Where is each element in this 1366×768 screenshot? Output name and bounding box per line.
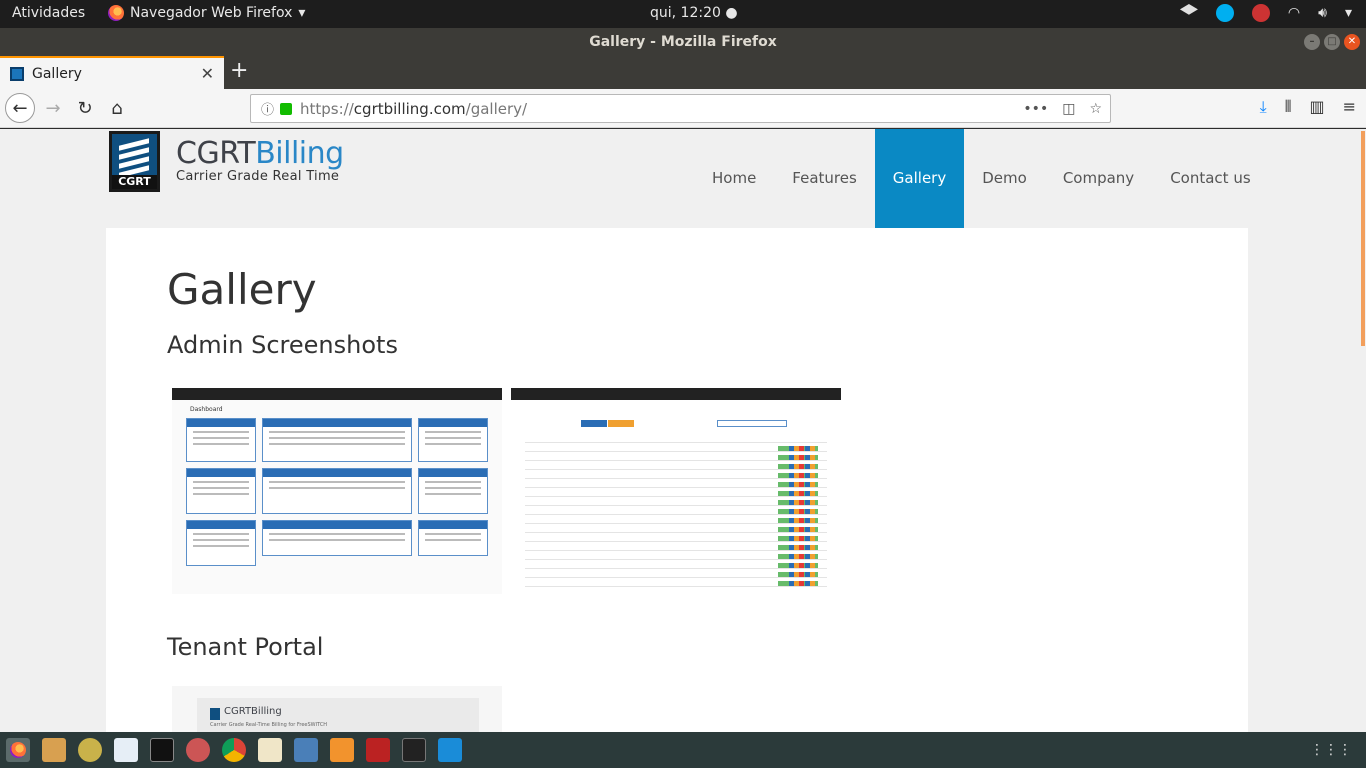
site-menu: Home Features Gallery Demo Company Conta…: [694, 129, 1269, 228]
web-page: CGRT CGRTBilling Carrier Grade Real Time…: [0, 129, 1366, 732]
menu-demo[interactable]: Demo: [964, 129, 1045, 228]
info-icon[interactable]: ⓘ: [261, 99, 274, 118]
favicon-icon: [10, 66, 24, 81]
scrollbar-thumb[interactable]: [1361, 131, 1365, 346]
tenant-screenshot[interactable]: CGRTBilling Carrier Grade Real-Time Bill…: [172, 686, 502, 732]
logo-name-a: CGRT: [176, 136, 256, 171]
menu-home[interactable]: Home: [694, 129, 774, 228]
bookmark-star-icon[interactable]: ☆: [1089, 101, 1102, 117]
section-heading-admin: Admin Screenshots: [167, 331, 398, 359]
logo-mark-icon: CGRT: [109, 131, 160, 192]
lock-icon[interactable]: [280, 102, 293, 115]
firefox-task-icon[interactable]: [6, 738, 30, 762]
url-scheme: https://: [300, 99, 354, 118]
document-task-icon[interactable]: [114, 738, 138, 762]
system-top-bar: Atividades Navegador Web Firefox ▾ qui, …: [0, 0, 1366, 28]
notes-task-icon[interactable]: [258, 738, 282, 762]
clock-label: qui, 12:20: [650, 5, 721, 21]
forward-button[interactable]: →: [38, 93, 68, 123]
admin-screenshot-clients[interactable]: [511, 388, 841, 598]
reload-button[interactable]: ↻: [70, 93, 100, 123]
window-titlebar: Gallery - Mozilla Firefox – □ ✕: [0, 28, 1366, 56]
url-actions: ••• ◫ ☆: [1023, 101, 1102, 117]
site-logo[interactable]: CGRT CGRTBilling Carrier Grade Real Time: [109, 131, 344, 192]
sublime-task-icon[interactable]: [330, 738, 354, 762]
section-heading-tenant: Tenant Portal: [167, 633, 324, 661]
system-tray: ◠ 🔊︎ ▾: [1179, 4, 1352, 22]
toolbar-right: ⤓ ⫴ ▥ ≡: [1260, 97, 1356, 117]
clock[interactable]: qui, 12:20 ●: [650, 5, 738, 21]
tenant-thumb-logo: CGRTBilling: [224, 706, 282, 717]
admin-screenshot-dashboard[interactable]: Dashboard: [172, 388, 502, 594]
virtualbox-task-icon[interactable]: [294, 738, 318, 762]
wifi-icon[interactable]: ◠: [1288, 5, 1300, 21]
download-icon[interactable]: ⤓: [1260, 97, 1267, 117]
maximize-button[interactable]: □: [1324, 34, 1340, 50]
url-bar[interactable]: ⓘ https://cgrtbilling.com/gallery/ ••• ◫…: [250, 94, 1111, 123]
chevron-down-icon: ▾: [298, 5, 306, 21]
navigation-toolbar: ← → ↻ ⌂ ⓘ https://cgrtbilling.com/galler…: [0, 89, 1366, 128]
menu-company[interactable]: Company: [1045, 129, 1152, 228]
page-scrollbar[interactable]: [1360, 129, 1366, 732]
hamburger-menu-icon[interactable]: ≡: [1343, 97, 1356, 117]
app-launcher-task-icon[interactable]: [438, 738, 462, 762]
files-task-icon[interactable]: [42, 738, 66, 762]
indicator-icon[interactable]: [1251, 4, 1270, 22]
dropbox-icon[interactable]: [1179, 4, 1198, 15]
volume-icon[interactable]: 🔊︎: [1318, 5, 1327, 21]
logo-mark-text: CGRT: [112, 175, 157, 189]
battery-icon[interactable]: ▾: [1345, 5, 1352, 21]
logo-tagline: Carrier Grade Real Time: [176, 169, 340, 184]
firefox-icon: [108, 5, 124, 21]
library-icon[interactable]: ⫴: [1285, 97, 1292, 117]
media-task-icon[interactable]: [366, 738, 390, 762]
skype-icon[interactable]: [1215, 4, 1234, 22]
terminal-task-icon[interactable]: [150, 738, 174, 762]
main-content: Gallery Admin Screenshots Dashboard Tena…: [106, 228, 1248, 732]
page-title: Gallery: [167, 265, 317, 314]
home-button[interactable]: ⌂: [102, 93, 132, 123]
app-menu-label: Navegador Web Firefox: [130, 5, 293, 21]
back-button[interactable]: ←: [5, 93, 35, 123]
tab-strip: Gallery ✕ +: [0, 56, 1366, 89]
logo-name-b: Billing: [255, 136, 344, 171]
url-text[interactable]: https://cgrtbilling.com/gallery/: [300, 100, 527, 118]
app-menu[interactable]: Navegador Web Firefox ▾: [108, 5, 305, 21]
activities-button[interactable]: Atividades: [12, 5, 85, 21]
close-button[interactable]: ✕: [1344, 34, 1360, 50]
close-tab-icon[interactable]: ✕: [201, 64, 214, 83]
tenant-thumb-sub: Carrier Grade Real-Time Billing for Free…: [210, 722, 328, 728]
window-title: Gallery - Mozilla Firefox: [589, 34, 777, 50]
url-path: /gallery/: [465, 99, 528, 118]
url-host: cgrtbilling.com: [353, 99, 466, 118]
menu-features[interactable]: Features: [774, 129, 875, 228]
monitor-task-icon[interactable]: [402, 738, 426, 762]
tab-title: Gallery: [32, 65, 82, 82]
pocket-icon[interactable]: ◫: [1062, 101, 1075, 117]
taskbar: ⋮⋮⋮: [0, 732, 1366, 768]
sidebar-icon[interactable]: ▥: [1309, 97, 1324, 117]
logo-text: CGRTBilling Carrier Grade Real Time: [176, 136, 344, 185]
menu-contact-us[interactable]: Contact us: [1152, 129, 1268, 228]
tab-gallery[interactable]: Gallery ✕: [0, 56, 224, 89]
app-task-icon[interactable]: [78, 738, 102, 762]
show-applications-icon[interactable]: ⋮⋮⋮: [1310, 742, 1352, 758]
new-tab-button[interactable]: +: [230, 58, 248, 83]
settings-task-icon[interactable]: [186, 738, 210, 762]
chrome-task-icon[interactable]: [222, 738, 246, 762]
page-actions-icon[interactable]: •••: [1023, 101, 1048, 117]
minimize-button[interactable]: –: [1304, 34, 1320, 50]
menu-gallery[interactable]: Gallery: [874, 129, 965, 228]
window-controls: – □ ✕: [1304, 34, 1360, 50]
thumb-dashboard-heading: Dashboard: [190, 406, 223, 413]
